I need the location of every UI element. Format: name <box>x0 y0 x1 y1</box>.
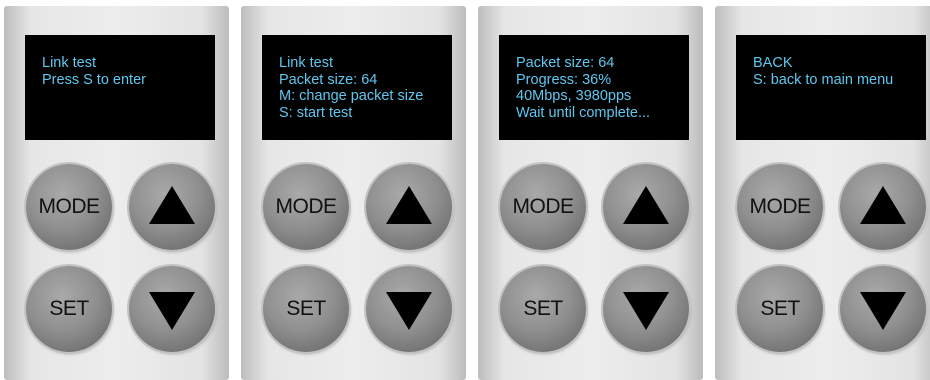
screen-line: Link test <box>279 55 333 71</box>
mode-button[interactable]: MODE <box>500 164 586 250</box>
mode-button[interactable]: MODE <box>263 164 349 250</box>
set-button-label: SET <box>286 297 326 320</box>
screen-line: Progress: 36% <box>516 71 612 88</box>
device-panel-1: Link test Press S to enter MODE SET <box>4 6 229 380</box>
down-arrow-icon <box>386 292 432 330</box>
down-button[interactable] <box>840 266 926 352</box>
screen-line: Packet size: 64 <box>516 55 615 71</box>
lcd-screen: Link test Press S to enter <box>25 35 215 140</box>
lcd-screen: Packet size: 64 Progress: 36% 40Mbps, 39… <box>499 35 689 140</box>
screen-line: Press S to enter <box>42 71 146 88</box>
set-button[interactable]: SET <box>26 266 112 352</box>
lcd-screen: Link test Packet size: 64 M: change pack… <box>262 35 452 140</box>
lcd-screen: BACK S: back to main menu <box>736 35 926 140</box>
down-arrow-icon <box>623 292 669 330</box>
device-panel-4: BACK S: back to main menu MODE SET <box>715 6 930 380</box>
mode-button-label: MODE <box>749 195 812 218</box>
set-button-label: SET <box>49 297 89 320</box>
up-arrow-icon <box>860 186 906 224</box>
set-button[interactable]: SET <box>737 266 823 352</box>
down-arrow-icon <box>149 292 195 330</box>
up-button[interactable] <box>366 164 452 250</box>
mode-button[interactable]: MODE <box>737 164 823 250</box>
device-screens-strip: Link test Press S to enter MODE SET Link… <box>0 0 930 380</box>
screen-line: S: back to main menu <box>753 71 894 88</box>
up-button[interactable] <box>603 164 689 250</box>
mode-button[interactable]: MODE <box>26 164 112 250</box>
set-button-label: SET <box>523 297 563 320</box>
down-button[interactable] <box>603 266 689 352</box>
device-panel-2: Link test Packet size: 64 M: change pack… <box>241 6 466 380</box>
device-panel-3: Packet size: 64 Progress: 36% 40Mbps, 39… <box>478 6 703 380</box>
up-button[interactable] <box>129 164 215 250</box>
screen-line: BACK <box>753 55 793 71</box>
screen-line: S: start test <box>279 104 353 121</box>
screen-line: M: change packet size <box>279 88 424 104</box>
set-button[interactable]: SET <box>500 266 586 352</box>
down-arrow-icon <box>860 292 906 330</box>
mode-button-label: MODE <box>275 195 338 218</box>
down-button[interactable] <box>366 266 452 352</box>
mode-button-label: MODE <box>512 195 575 218</box>
mode-button-label: MODE <box>38 195 101 218</box>
up-arrow-icon <box>149 186 195 224</box>
screen-line: Link test <box>42 55 96 71</box>
up-button[interactable] <box>840 164 926 250</box>
set-button[interactable]: SET <box>263 266 349 352</box>
up-arrow-icon <box>386 186 432 224</box>
screen-line: 40Mbps, 3980pps <box>516 88 632 104</box>
down-button[interactable] <box>129 266 215 352</box>
set-button-label: SET <box>760 297 800 320</box>
up-arrow-icon <box>623 186 669 224</box>
screen-line: Wait until complete... <box>516 104 651 121</box>
screen-line: Packet size: 64 <box>279 71 378 88</box>
